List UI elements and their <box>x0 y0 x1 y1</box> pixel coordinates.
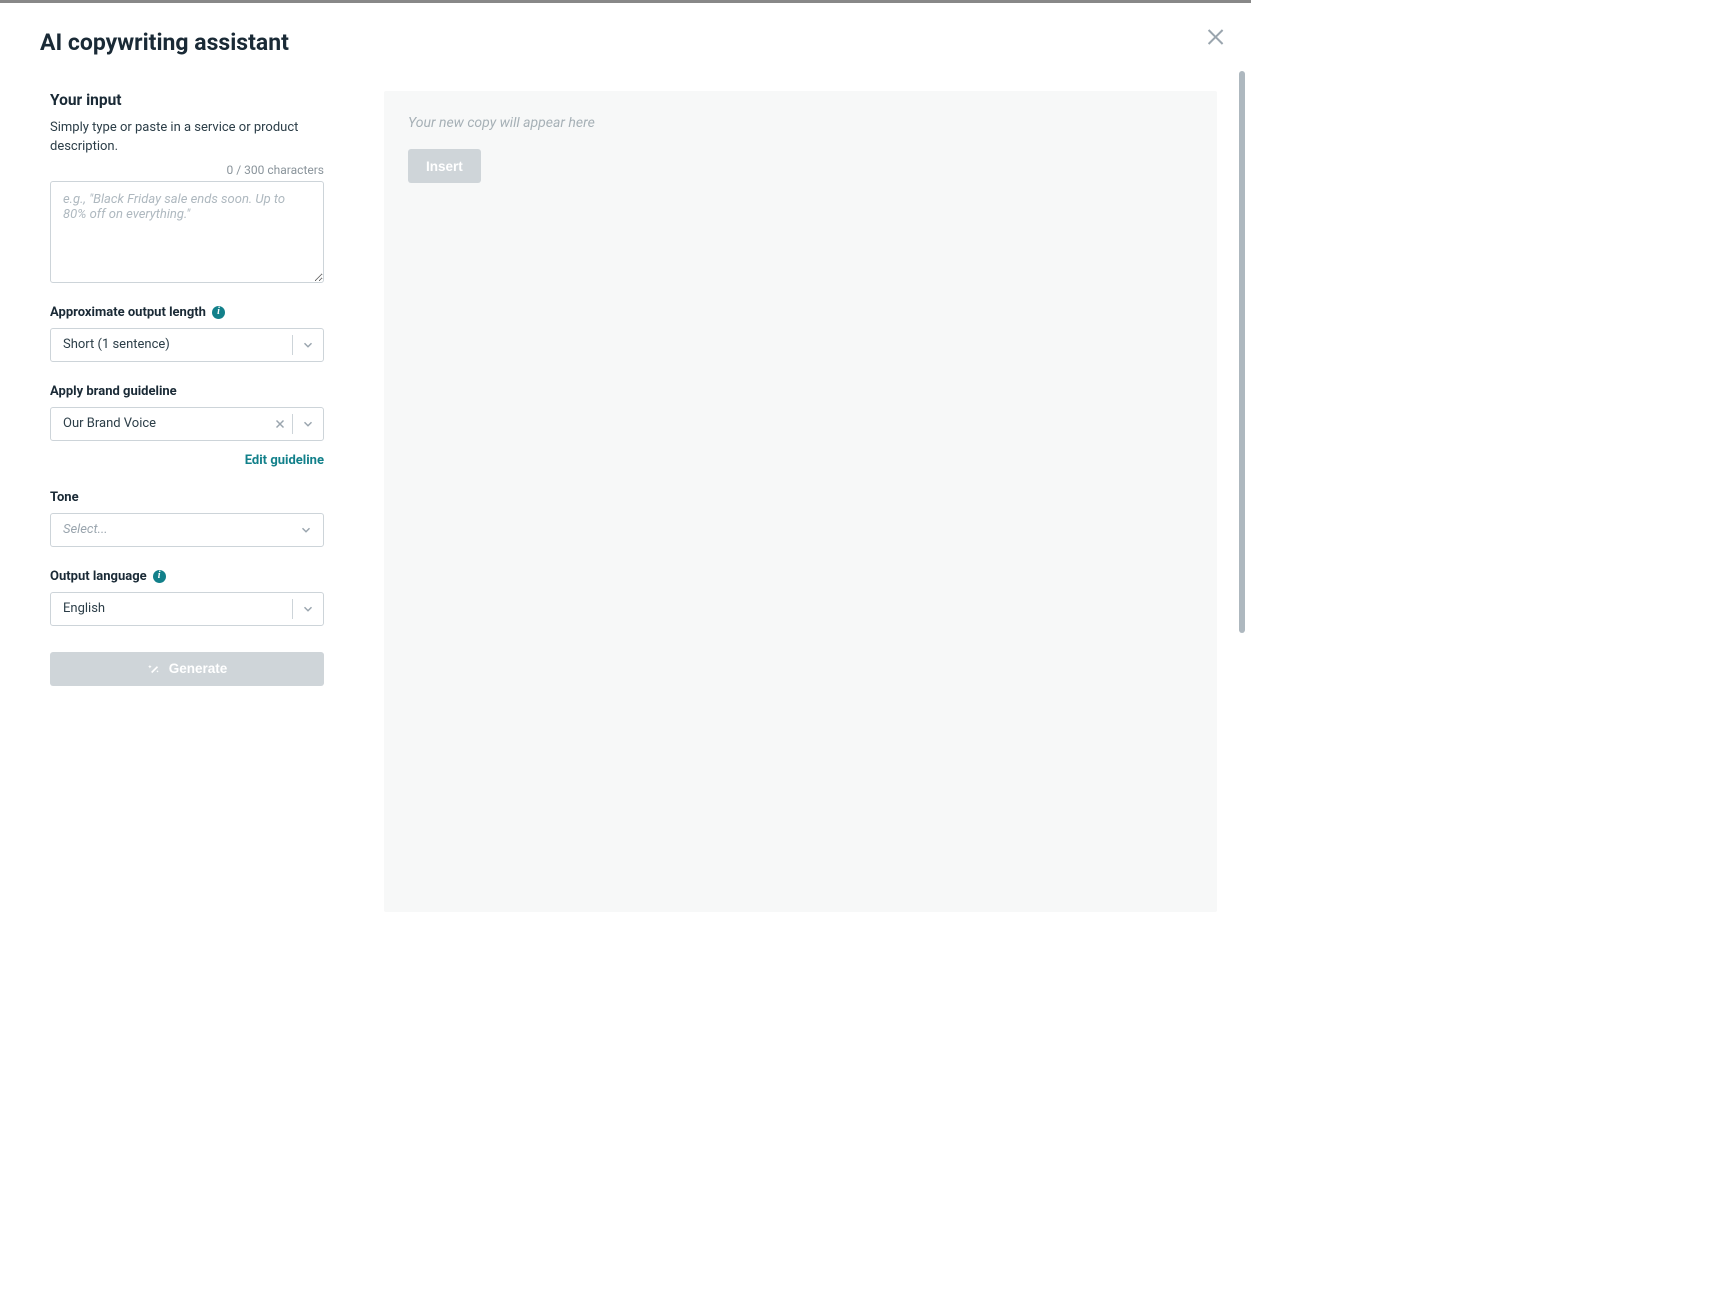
input-description: Simply type or paste in a service or pro… <box>50 119 324 157</box>
chevron-down-icon <box>289 514 323 546</box>
input-heading: Your input <box>50 91 324 109</box>
length-select[interactable]: Short (1 sentence) <box>50 328 324 362</box>
char-counter: 0 / 300 characters <box>50 163 324 177</box>
length-value: Short (1 sentence) <box>51 329 292 361</box>
close-icon <box>1205 25 1229 49</box>
tone-label: Tone <box>50 490 79 505</box>
close-button[interactable] <box>1205 25 1229 49</box>
clear-brand-button[interactable] <box>268 408 292 440</box>
insert-button[interactable]: Insert <box>408 149 481 183</box>
modal-scrollbar[interactable] <box>1239 71 1245 633</box>
brand-label: Apply brand guideline <box>50 384 177 399</box>
tone-placeholder: Select... <box>51 514 289 546</box>
info-icon[interactable]: i <box>153 570 166 583</box>
input-panel: Your input Simply type or paste in a ser… <box>50 91 324 912</box>
output-panel: Your new copy will appear here Insert <box>384 91 1217 912</box>
tone-select[interactable]: Select... <box>50 513 324 547</box>
generate-button[interactable]: Generate <box>50 652 324 686</box>
edit-guideline-link[interactable]: Edit guideline <box>245 453 324 468</box>
output-placeholder: Your new copy will appear here <box>408 115 1193 131</box>
info-icon[interactable]: i <box>212 306 225 319</box>
language-label: Output language <box>50 569 147 584</box>
language-value: English <box>51 593 292 625</box>
modal-title: AI copywriting assistant <box>40 29 289 56</box>
brand-select[interactable]: Our Brand Voice <box>50 407 324 441</box>
language-select[interactable]: English <box>50 592 324 626</box>
ai-copywriting-modal: AI copywriting assistant Your input Simp… <box>0 3 1251 952</box>
brand-value: Our Brand Voice <box>51 408 268 440</box>
generate-label: Generate <box>169 661 228 676</box>
length-label: Approximate output length <box>50 305 206 320</box>
chevron-down-icon <box>293 408 323 440</box>
chevron-down-icon <box>293 593 323 625</box>
magic-wand-icon <box>147 662 161 676</box>
insert-label: Insert <box>426 159 463 174</box>
chevron-down-icon <box>293 329 323 361</box>
description-input[interactable] <box>50 181 324 283</box>
